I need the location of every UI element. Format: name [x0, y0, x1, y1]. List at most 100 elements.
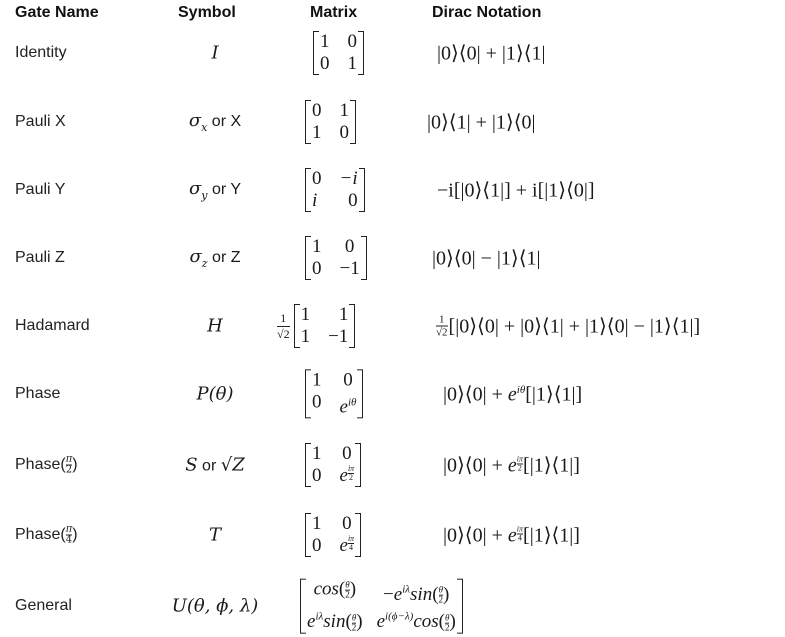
name-part: ): [72, 456, 78, 474]
matrix-cell: 0: [312, 535, 322, 556]
cos-fn: cos: [313, 578, 339, 600]
paren: ): [443, 584, 450, 605]
matrix-cell: 1: [347, 53, 358, 74]
dirac-part: |0⟩⟨0| +: [443, 383, 508, 406]
dirac-notation: |0⟩⟨0| − |1⟩⟨1|: [432, 247, 541, 270]
gate-name: Phase(π 4): [15, 524, 78, 546]
fraction-denominator: 2: [517, 463, 522, 473]
dirac-notation: |0⟩⟨0| + e iπ 2 [|1⟩⟨1|]: [443, 453, 580, 478]
matrix-cell: 0: [312, 168, 322, 189]
matrix-cell: 1: [320, 31, 330, 52]
matrix-cell: −eiλsin(θ 2): [377, 579, 456, 606]
symbol-math: √Z: [220, 454, 245, 476]
matrix-cell: i: [312, 190, 318, 211]
gate-symbol: σy or Y: [150, 178, 280, 202]
matrix-cell: 1: [338, 304, 349, 325]
dirac-notation: |0⟩⟨0| + eiθ[|1⟩⟨1|]: [443, 382, 582, 407]
exp-base: e: [393, 584, 403, 605]
name-part: ): [72, 526, 78, 544]
matrix-bracket: 0 1 1 0: [305, 100, 356, 144]
matrix-cell: 1: [300, 304, 311, 325]
table-row: Identity I 1 0 0 1 |0⟩⟨0| + |1⟩⟨1|: [0, 23, 785, 83]
exp-fraction: iπ 4: [347, 535, 355, 552]
minus-sign: −: [383, 584, 394, 605]
fraction-denominator: 4: [517, 533, 522, 543]
table-row: Pauli X σx or X 0 1 1 0 |0⟩⟨1| + |1⟩⟨0|: [0, 92, 785, 152]
sin-fn: sin: [323, 611, 346, 633]
symbol-math: H: [207, 315, 223, 337]
table-row: Phase P(θ) 1 0 0 eiθ |0⟩⟨0| + eiθ[|1⟩⟨1|…: [0, 364, 785, 424]
matrix-bracket: 1 0 0 eiθ: [305, 369, 364, 419]
matrix-bracket: 1 0 0 e iπ 4: [305, 513, 362, 557]
prefactor-denominator: √2: [436, 326, 448, 339]
exp-superscript: iλ: [402, 583, 411, 596]
matrix-cell: 0: [342, 443, 352, 464]
matrix-bracket: 1 0 0 1: [313, 31, 364, 75]
symbol-math: σ: [188, 178, 202, 200]
dirac-part: [|1⟩⟨1|]: [523, 524, 580, 547]
matrix-bracket: 0 −i i 0: [305, 168, 365, 212]
matrix-cell: 0: [347, 31, 358, 52]
dirac-part: [|1⟩⟨1|]: [523, 454, 580, 477]
header-matrix: Matrix: [310, 4, 358, 21]
exp-superscript: iθ: [516, 383, 526, 396]
gate-matrix: 1 0 0 1: [313, 31, 364, 75]
dirac-prefactor: 1 √2: [436, 314, 448, 339]
matrix-cell: 1: [312, 513, 322, 534]
gate-matrix: 1 0 0 eiθ: [305, 369, 364, 419]
exp-base: e: [339, 396, 348, 418]
table-row: Pauli Z σz or Z 1 0 0 −1 |0⟩⟨0| − |1⟩⟨1|: [0, 228, 785, 288]
exp-base: e: [376, 611, 386, 633]
dirac-part: [|1⟩⟨1|]: [525, 383, 583, 406]
gate-name: Pauli Z: [15, 249, 65, 266]
table-row: Pauli Y σy or Y 0 −i i 0 −i[|0⟩⟨1|] + i[…: [0, 160, 785, 220]
gate-matrix: 1 0 0 e iπ 4: [305, 513, 362, 557]
matrix-cell: −1: [339, 258, 360, 279]
gate-matrix: 1 0 0 e iπ 2: [305, 443, 362, 487]
header-gate-name: Gate Name: [15, 4, 99, 21]
prefactor-denominator: √2: [277, 326, 290, 341]
name-part: Phase(: [15, 456, 66, 474]
symbol-math: σ: [189, 246, 202, 268]
exp-superscript: i(ϕ−λ): [385, 611, 414, 623]
symbol-text: or: [197, 457, 221, 475]
dirac-part: |0⟩⟨0| +: [443, 524, 508, 547]
paren: ): [349, 578, 357, 600]
cos-fn: cos: [413, 611, 439, 633]
gate-symbol: σz or Z: [150, 246, 280, 270]
matrix-cell: 1: [312, 443, 322, 464]
gate-name: Pauli X: [15, 113, 66, 130]
symbol-math: S: [185, 454, 198, 476]
matrix-cell: 0: [312, 391, 322, 413]
exp-superscript: iθ: [347, 396, 357, 409]
matrix-cell: 0: [312, 465, 322, 486]
table-row: Hadamard H 1 √2 1 1 1 −1 1 √2 [|0⟩⟨0| + …: [0, 296, 785, 356]
gate-symbol: σx or X: [150, 110, 280, 134]
gate-symbol: P(θ): [150, 384, 280, 405]
prefactor-numerator: 1: [280, 310, 287, 325]
matrix-cell: 1: [312, 236, 322, 257]
matrix-bracket: cos(θ 2) −eiλsin(θ 2) eiλsin(θ 2) ei(ϕ−λ)co…: [300, 578, 463, 634]
table-row: Phase(π 4) T 1 0 0 e iπ 4 |0⟩⟨0| + e iπ 4 [|1⟩…: [0, 505, 785, 565]
matrix-cell: ei(ϕ−λ)cos(θ 2): [377, 606, 456, 633]
exp-base: e: [507, 524, 517, 547]
fraction-denominator: 4: [349, 543, 354, 552]
prefactor-numerator: 1: [439, 313, 445, 326]
gate-matrix: 0 1 1 0: [305, 100, 356, 144]
gate-symbol: S or √Z: [150, 455, 280, 476]
symbol-text: or X: [207, 113, 242, 131]
matrix-cell: cos(θ 2): [307, 579, 363, 606]
matrix-cell: 1: [312, 369, 322, 391]
paren: ): [356, 611, 363, 633]
header-dirac-notation: Dirac Notation: [432, 4, 542, 21]
matrix-cell: 0: [312, 258, 322, 279]
gate-matrix: 1 0 0 −1: [305, 236, 367, 280]
matrix-cell: −1: [328, 326, 349, 347]
table-row: General U(θ, ϕ, λ) cos(θ 2) −eiλsin(θ 2) e…: [0, 576, 785, 636]
gate-name: Pauli Y: [15, 181, 66, 198]
matrix-cell: e iπ 4: [340, 535, 355, 557]
dirac-expression: [|0⟩⟨0| + |0⟩⟨1| + |1⟩⟨0| − |1⟩⟨1|]: [448, 315, 701, 338]
matrix-cell: 1: [312, 122, 322, 143]
matrix-cell: 0: [344, 236, 355, 257]
exp-fraction: iπ 2: [347, 465, 355, 482]
